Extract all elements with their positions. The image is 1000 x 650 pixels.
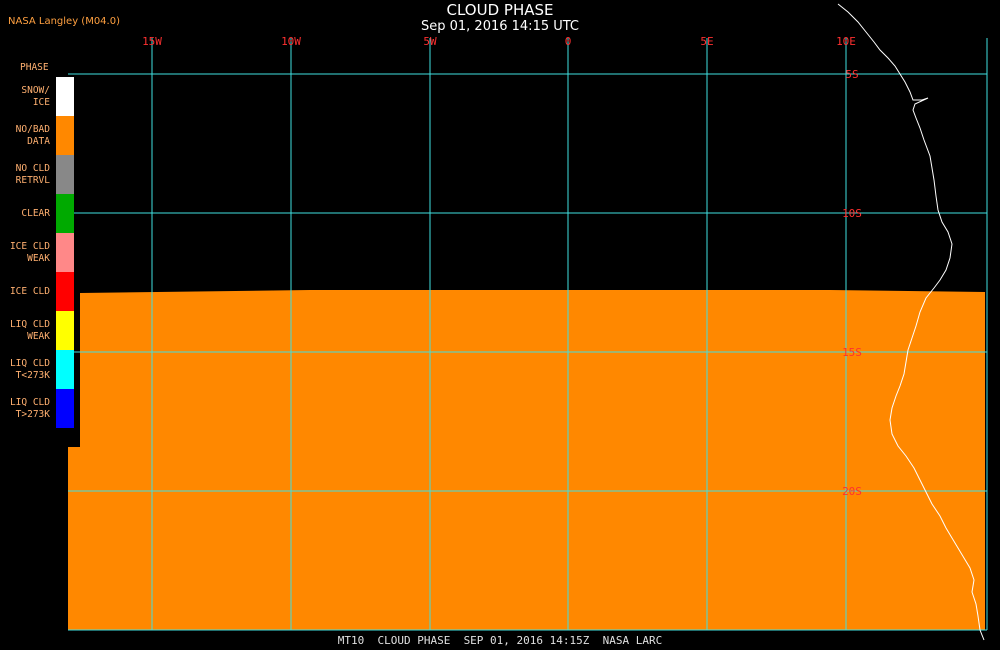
footer-caption: MT10 CLOUD PHASE SEP 01, 2016 14:15Z NAS…: [337, 634, 663, 647]
legend-color-swatch: [56, 116, 74, 155]
legend-item-label: NO CLD RETRVL: [0, 155, 50, 194]
legend-label-line: LIQ CLD: [9, 357, 50, 369]
longitude-label: 0: [565, 35, 572, 48]
legend-item-label: LIQ CLD WEAK: [0, 311, 50, 350]
legend-color-swatch: [56, 272, 74, 311]
legend-item: NO/BAD DATA: [0, 116, 78, 155]
legend-item: NO CLD RETRVL: [0, 155, 78, 194]
latitude-label: 5S: [845, 68, 858, 81]
legend-item-label: SNOW/ICE: [0, 77, 50, 116]
map-timestamp: Sep 01, 2016 14:15 UTC: [420, 19, 580, 34]
legend-item: CLEAR: [0, 194, 78, 233]
legend-item: LIQ CLD T>273K: [0, 389, 78, 428]
legend-title: PHASE: [20, 62, 49, 73]
legend-label-line: SNOW/: [21, 84, 50, 96]
legend-item: ICE CLD WEAK: [0, 233, 78, 272]
latitude-label: 15S: [842, 346, 862, 359]
legend-item-label: LIQ CLD T>273K: [0, 389, 50, 428]
legend-label-line: NO/BAD: [15, 123, 50, 135]
longitude-label: 15W: [142, 35, 162, 48]
legend-label-line: LIQ CLD: [9, 396, 50, 408]
legend-item-label: ICE CLD WEAK: [0, 233, 50, 272]
legend-item-label: CLEAR: [0, 194, 50, 233]
legend-label-line: WEAK: [27, 252, 50, 264]
legend-color-swatch: [56, 389, 74, 428]
legend-color-swatch: [56, 311, 74, 350]
legend-label-line: ICE CLD: [9, 285, 50, 297]
legend-color-swatch: [56, 233, 74, 272]
legend-color-swatch: [56, 155, 74, 194]
latitude-label: 20S: [842, 485, 862, 498]
legend-color-swatch: [56, 194, 74, 233]
longitude-label: 5W: [423, 35, 437, 48]
longitude-label: 5E: [700, 35, 713, 48]
legend-color-swatch: [56, 350, 74, 389]
legend-item-label: NO/BAD DATA: [0, 116, 50, 155]
legend-label-line: T<273K: [15, 369, 50, 381]
legend-item-label: ICE CLD: [0, 272, 50, 311]
legend-label-line: LIQ CLD: [9, 318, 50, 330]
legend-label-line: RETRVL: [15, 174, 50, 186]
legend-label-line: DATA: [27, 135, 50, 147]
legend-color-swatch: [56, 77, 74, 116]
legend-item: LIQ CLD T<273K: [0, 350, 78, 389]
legend-label-line: CLEAR: [21, 207, 50, 219]
legend-label-line: T>273K: [15, 408, 50, 420]
map-title: CLOUD PHASE: [446, 1, 554, 19]
legend-item: ICE CLD: [0, 272, 78, 311]
no-data-fill-region: [68, 290, 985, 630]
legend-label-line: NO CLD: [15, 162, 50, 174]
map-canvas: 15W 10W 5W 0 5E 10E 5S 10S 15S 20S: [68, 3, 988, 641]
longitude-labels: 15W 10W 5W 0 5E 10E: [142, 35, 856, 48]
legend-item: LIQ CLD WEAK: [0, 311, 78, 350]
latitude-label: 10S: [842, 207, 862, 220]
legend-label-line: ICE CLD: [9, 240, 50, 252]
legend-label-line: WEAK: [27, 330, 50, 342]
no-data-fill: [68, 290, 985, 630]
legend-item-label: LIQ CLD T<273K: [0, 350, 50, 389]
legend-item: SNOW/ICE: [0, 77, 78, 116]
longitude-label: 10E: [836, 35, 856, 48]
longitude-label: 10W: [281, 35, 301, 48]
legend-label-line: ICE: [32, 96, 50, 108]
